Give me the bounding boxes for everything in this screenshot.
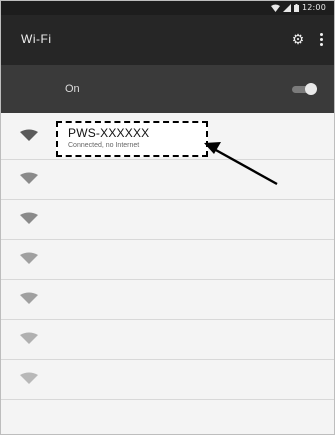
wifi-icon [20, 332, 38, 344]
network-row[interactable] [1, 160, 334, 200]
wifi-icon [20, 372, 38, 384]
network-ssid: PWS-XXXXXX [68, 126, 150, 140]
wifi-switch-bar[interactable]: On [1, 65, 334, 113]
network-row[interactable] [1, 280, 334, 320]
wifi-icon [20, 212, 38, 224]
status-bar: 12:00 [1, 1, 334, 15]
network-row[interactable]: PWS-XXXXXX Connected, no Internet [1, 113, 334, 160]
network-status: Connected, no Internet [68, 142, 140, 149]
wifi-icon [20, 172, 38, 184]
network-list: PWS-XXXXXX Connected, no Internet [1, 113, 334, 400]
wifi-icon [20, 292, 38, 304]
status-icons: 12:00 [270, 3, 326, 12]
status-time: 12:00 [301, 3, 326, 12]
gear-icon[interactable]: ⚙ [290, 31, 306, 47]
toggle-thumb [305, 83, 317, 95]
network-row[interactable] [1, 320, 334, 360]
wifi-switch-label: On [65, 83, 80, 95]
wifi-toggle[interactable] [292, 83, 317, 95]
wifi-icon [20, 252, 38, 264]
cell-signal-icon [282, 3, 291, 12]
app-bar: Wi-Fi ⚙ [1, 15, 334, 65]
network-row[interactable] [1, 360, 334, 400]
highlighted-network-box: PWS-XXXXXX Connected, no Internet [56, 121, 208, 157]
wifi-signal-icon [270, 4, 280, 12]
page-title: Wi-Fi [21, 32, 52, 46]
more-vert-icon[interactable] [317, 31, 325, 47]
wifi-icon [20, 129, 38, 141]
network-row[interactable] [1, 240, 334, 280]
battery-icon [293, 3, 299, 12]
network-row[interactable] [1, 200, 334, 240]
phone-screen: 12:00 Wi-Fi ⚙ On PWS-XXXXXX Connected, n… [0, 0, 335, 435]
